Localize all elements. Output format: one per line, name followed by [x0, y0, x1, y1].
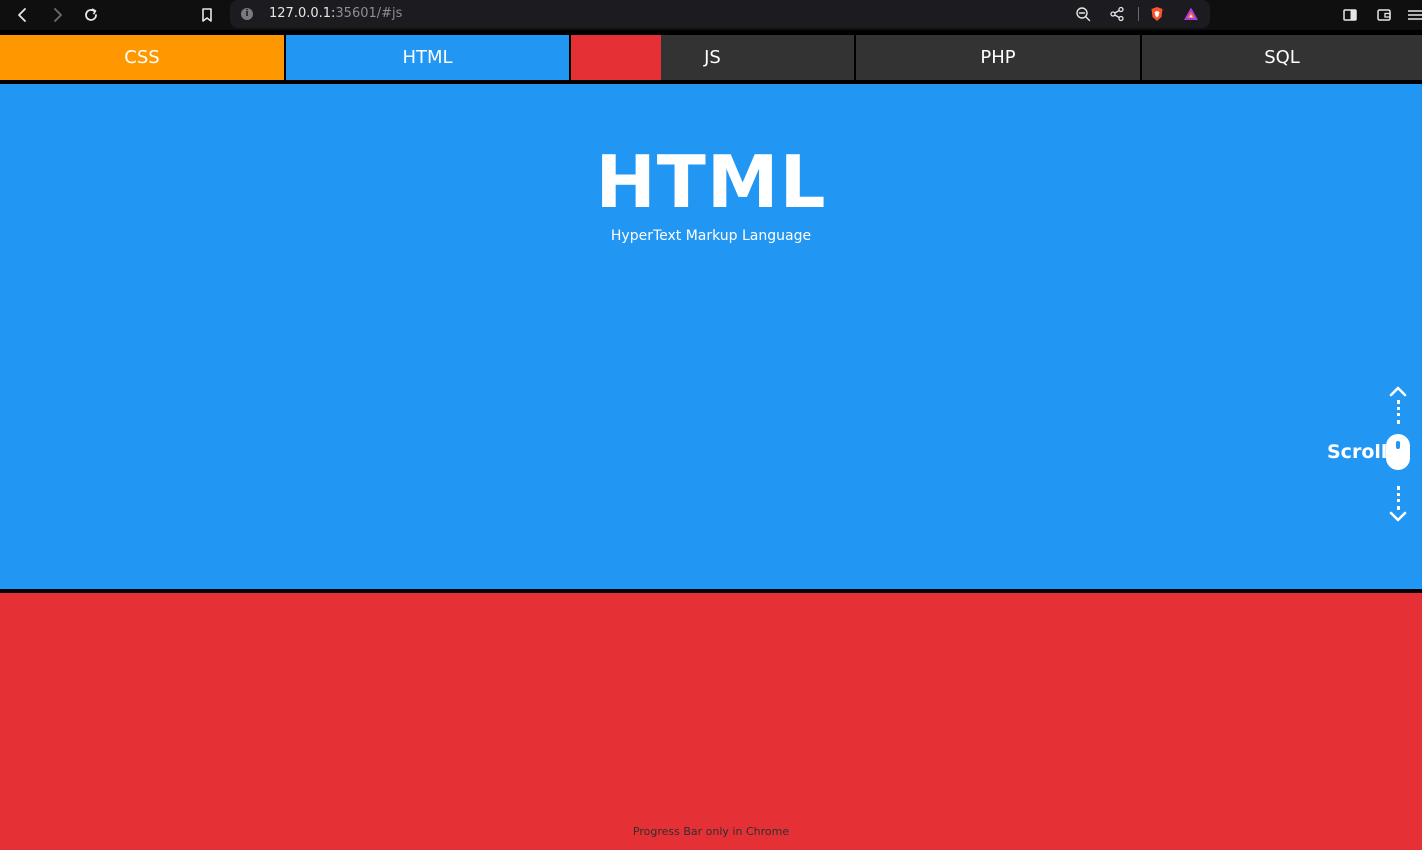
- menu-button[interactable]: [1405, 4, 1422, 26]
- wallet-button[interactable]: [1373, 4, 1395, 26]
- menu-icon: [1407, 10, 1422, 20]
- section-tabs: CSS HTML JS PHP SQL: [0, 35, 1422, 82]
- mouse-icon: [1386, 434, 1410, 470]
- sidebar-icon: [1343, 9, 1357, 21]
- zoom-out-button[interactable]: [1074, 5, 1092, 23]
- active-tab-indicator: [571, 35, 661, 80]
- scroll-dots-bottom: [1397, 486, 1400, 510]
- chevron-up-icon: [1389, 386, 1407, 397]
- mouse-wheel: [1396, 441, 1400, 449]
- brave-rewards-button[interactable]: [1182, 5, 1200, 23]
- brave-shield-icon: [1151, 7, 1163, 21]
- brave-rewards-icon: [1184, 7, 1198, 20]
- info-icon[interactable]: i: [241, 8, 253, 20]
- js-section: Progress Bar only in Chrome: [0, 593, 1422, 850]
- tab-html[interactable]: HTML: [286, 35, 569, 80]
- tab-php[interactable]: PHP: [856, 35, 1140, 80]
- wallet-icon: [1377, 9, 1391, 21]
- forward-button[interactable]: [46, 4, 68, 26]
- bookmark-icon: [202, 8, 212, 22]
- brave-shields-button[interactable]: [1148, 5, 1166, 23]
- share-button[interactable]: [1108, 5, 1126, 23]
- chevron-down-icon: [1389, 511, 1407, 522]
- bookmark-button[interactable]: [196, 4, 218, 26]
- toolbar-separator: [1138, 7, 1139, 21]
- section-subtitle: HyperText Markup Language: [610, 228, 812, 244]
- browser-toolbar: i 127.0.0.1:35601/#js: [0, 0, 1422, 30]
- address-bar[interactable]: i 127.0.0.1:35601/#js: [230, 0, 1210, 28]
- forward-icon: [54, 8, 62, 22]
- reload-button[interactable]: [80, 4, 102, 26]
- share-icon: [1110, 6, 1124, 22]
- reload-icon: [85, 8, 97, 21]
- url-text[interactable]: 127.0.0.1:35601/#js: [269, 6, 402, 21]
- sidebar-toggle-button[interactable]: [1339, 4, 1361, 26]
- back-icon: [18, 8, 26, 22]
- section-title: HTML: [595, 140, 827, 224]
- scroll-indicator[interactable]: Scroll: [1320, 382, 1422, 524]
- tab-css[interactable]: CSS: [0, 35, 284, 80]
- scroll-label: Scroll: [1327, 441, 1388, 463]
- zoom-out-icon: [1076, 7, 1091, 22]
- html-section: HTML HyperText Markup Language Scroll: [0, 84, 1422, 589]
- scroll-dots-top: [1397, 400, 1400, 424]
- progress-bar-note: Progress Bar only in Chrome: [632, 825, 790, 838]
- tab-sql[interactable]: SQL: [1142, 35, 1422, 80]
- back-button[interactable]: [12, 4, 34, 26]
- tab-js-label: JS: [704, 47, 721, 68]
